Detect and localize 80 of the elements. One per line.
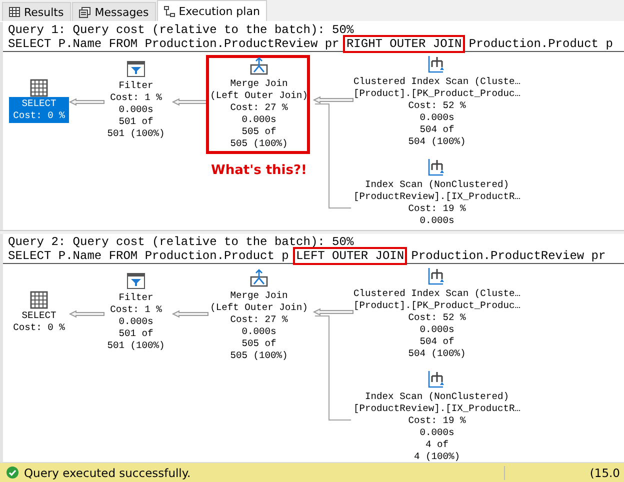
index-scan-icon [428,267,446,285]
query-cost-text: Query 1: Query cost (relative to the batch): 50% [8,23,355,37]
operator-text: Cost: 19 % [408,415,466,427]
operator-text: Filter [118,80,154,92]
operator-text: Cost: 27 % [230,314,288,326]
sql-text: SELECT P.Name FROM Production.Product p LEFT OUTER JOIN Production.ProductReview pr [8,249,607,263]
operator-text: Cost: 1 % [110,92,162,104]
operator-text: 504 (100%) [408,348,466,360]
operator-text: Merge Join [230,290,288,302]
tab[interactable]: Execution plan [156,0,267,21]
operator-text: 505 of [242,338,276,350]
operator-text: Filter [118,292,154,304]
operator-text: 0.000s [420,215,454,227]
operator-text: 501 of [118,116,154,128]
flow-arrow [68,98,104,106]
flow-arrow [172,310,208,318]
server-version-text: (15.0 [588,466,621,480]
operator-text: [Product].[PK_Product_Produc… [354,300,520,312]
operator-text: (Left Outer Join) [210,302,308,314]
merge-join-icon [250,57,268,75]
operator-text: Merge Join [230,78,288,90]
success-check-icon [6,466,19,479]
operator-text: (Left Outer Join) [210,90,308,102]
grid-icon [9,7,20,17]
index-scan-icon [428,158,446,176]
operator-text: 0.000s [118,104,154,116]
operator-text: [Product].[PK_Product_Produc… [354,88,520,100]
operator-text: 505 of [242,126,276,138]
flow-arrow [172,98,208,106]
operator-text: Cost: 19 % [408,203,466,215]
operator-text: SELECT [22,310,56,322]
operator-text: 0.000s [420,427,454,439]
messages-icon [78,6,91,18]
operator-text: 501 (100%) [107,340,165,352]
select-node[interactable]: SELECT Cost: 0 % [9,309,69,335]
table-grid-icon [30,291,48,309]
operator-text: 4 of [425,439,449,451]
flow-arrow [312,308,354,316]
operator-text: 505 (100%) [230,350,288,362]
operator-text: Cost: 52 % [408,100,466,112]
sql-text: SELECT P.Name FROM Production.ProductReview pr RIGHT OUTER JOIN Production.Product p [8,37,614,51]
operator-text: 505 (100%) [230,138,288,150]
operator-text: Cost: 0 % [13,110,65,122]
operator-text: Cost: 0 % [13,322,65,334]
tab[interactable]: Messages [72,2,156,21]
operator-text: Clustered Index Scan (Cluste… [354,288,520,300]
operator-text: Cost: 1 % [110,304,162,316]
operator-text: 0.000s [242,114,276,126]
operator-text: Clustered Index Scan (Cluste… [354,76,520,88]
operator-text: Index Scan (NonClustered) [365,391,509,403]
operator-text: 504 of [420,124,454,136]
flow-arrow [312,96,354,104]
query-cost-text: Query 2: Query cost (relative to the batch): 50% [8,235,355,249]
tab[interactable]: Results [2,2,71,21]
operator-text: 0.000s [420,324,454,336]
filter-icon [127,273,145,289]
merge-join-icon [250,269,268,287]
index-scan-icon [428,55,446,73]
flow-arrow [68,310,104,318]
operator-text: 0.000s [420,112,454,124]
operator-text: 4 (100%) [414,451,460,462]
operator-text: SELECT [22,98,56,110]
operator-text: [ProductReview].[IX_ProductR… [354,191,520,203]
annotation-text: What's this?! [210,163,308,178]
status-message: Query executed successfully. [24,466,191,480]
operator-text: [ProductReview].[IX_ProductR… [354,403,520,415]
operator-text: Cost: 52 % [408,312,466,324]
operator-text: 0.000s [118,316,154,328]
index-scan-icon [428,370,446,388]
operator-text: 501 of [118,328,154,340]
operator-text: 504 of [420,336,454,348]
operator-text: Index Scan (NonClustered) [365,179,509,191]
operator-text: Cost: 27 % [230,102,288,114]
operator-text: 504 (100%) [408,136,466,148]
select-node[interactable]: SELECT Cost: 0 % [9,97,69,123]
operator-text: 0.000s [242,326,276,338]
filter-icon [127,61,145,77]
operator-text: 501 (100%) [107,128,165,140]
table-grid-icon [30,79,48,97]
plan-tree-icon [164,6,175,16]
